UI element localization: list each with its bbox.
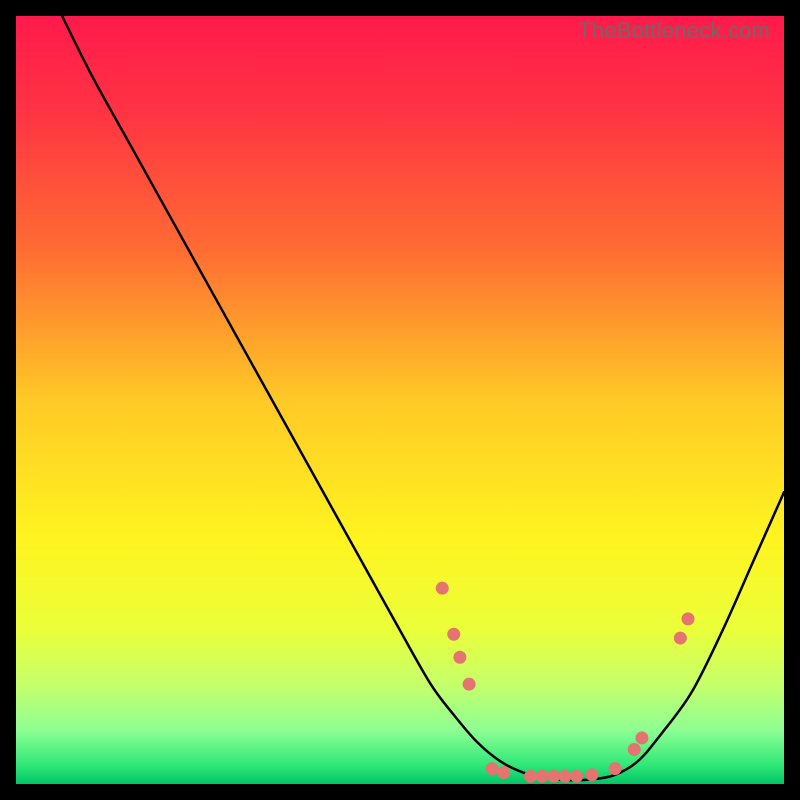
data-marker	[609, 762, 622, 775]
data-marker	[524, 770, 537, 783]
data-marker	[674, 632, 687, 645]
chart-background	[16, 16, 784, 784]
data-marker	[497, 766, 510, 779]
data-marker	[486, 762, 499, 775]
chart-frame: TheBottleneck.com	[16, 16, 784, 784]
data-marker	[682, 612, 695, 625]
data-marker	[559, 770, 572, 783]
data-marker	[547, 770, 560, 783]
data-marker	[536, 770, 549, 783]
data-marker	[635, 731, 648, 744]
data-marker	[628, 743, 641, 756]
data-marker	[453, 651, 466, 664]
data-marker	[447, 628, 460, 641]
data-marker	[463, 678, 476, 691]
data-marker	[570, 770, 583, 783]
data-marker	[436, 582, 449, 595]
data-marker	[586, 768, 599, 781]
bottleneck-chart	[16, 16, 784, 784]
watermark-text: TheBottleneck.com	[578, 18, 770, 44]
